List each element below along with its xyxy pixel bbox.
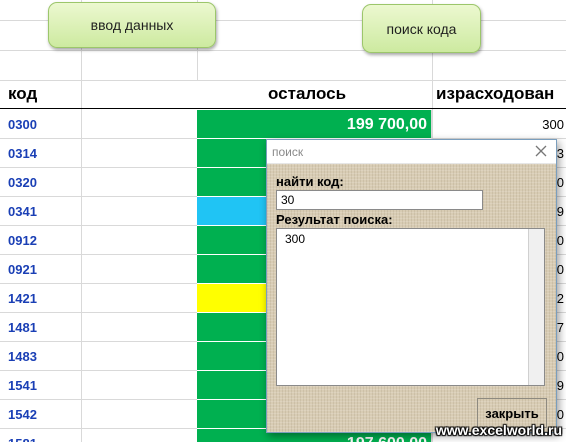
- column-header-remaining: осталось: [268, 84, 347, 103]
- code-cell[interactable]: 1541: [8, 371, 78, 400]
- search-dialog: поиск найти код: Результат поиска: 300 з…: [266, 139, 557, 433]
- code-cell[interactable]: 0300: [8, 110, 78, 139]
- gridline: [0, 80, 566, 81]
- close-button-label: закрыть: [485, 405, 539, 421]
- code-search-button-label: поиск кода: [386, 20, 457, 37]
- code-cell[interactable]: 0341: [8, 197, 78, 226]
- code-cell[interactable]: 0314: [8, 139, 78, 168]
- find-code-label: найти код:: [276, 174, 344, 189]
- code-cell[interactable]: 1542: [8, 400, 78, 429]
- find-code-input[interactable]: [276, 190, 483, 210]
- code-cell[interactable]: 1483: [8, 342, 78, 371]
- dialog-titlebar[interactable]: поиск: [267, 140, 556, 164]
- code-cell[interactable]: 0912: [8, 226, 78, 255]
- search-result-label: Результат поиска:: [276, 212, 393, 227]
- code-cell[interactable]: 0921: [8, 255, 78, 284]
- used-cell[interactable]: 300: [432, 110, 566, 139]
- search-result-item[interactable]: 300: [285, 232, 305, 246]
- watermark: www.excelworld.ru: [435, 422, 562, 438]
- data-entry-button-label: ввод данных: [90, 17, 174, 33]
- gridline: [0, 50, 566, 51]
- dialog-title: поиск: [272, 145, 304, 159]
- header-border: [0, 108, 566, 109]
- data-entry-button[interactable]: ввод данных: [48, 2, 216, 48]
- result-scrollbar[interactable]: [528, 229, 544, 385]
- search-result-list[interactable]: 300: [276, 228, 545, 386]
- code-cell[interactable]: 1481: [8, 313, 78, 342]
- remaining-cell[interactable]: 199 700,00: [197, 110, 432, 139]
- column-header-code: код: [8, 84, 38, 103]
- code-cell[interactable]: 1581: [8, 429, 78, 442]
- column-header-used: израсходован: [436, 84, 555, 103]
- close-icon[interactable]: [532, 142, 550, 160]
- gridline: [81, 0, 82, 442]
- code-search-button[interactable]: поиск кода: [362, 4, 481, 53]
- remaining-value: 199 700,00: [346, 116, 427, 133]
- code-cell[interactable]: 0320: [8, 168, 78, 197]
- code-cell[interactable]: 1421: [8, 284, 78, 313]
